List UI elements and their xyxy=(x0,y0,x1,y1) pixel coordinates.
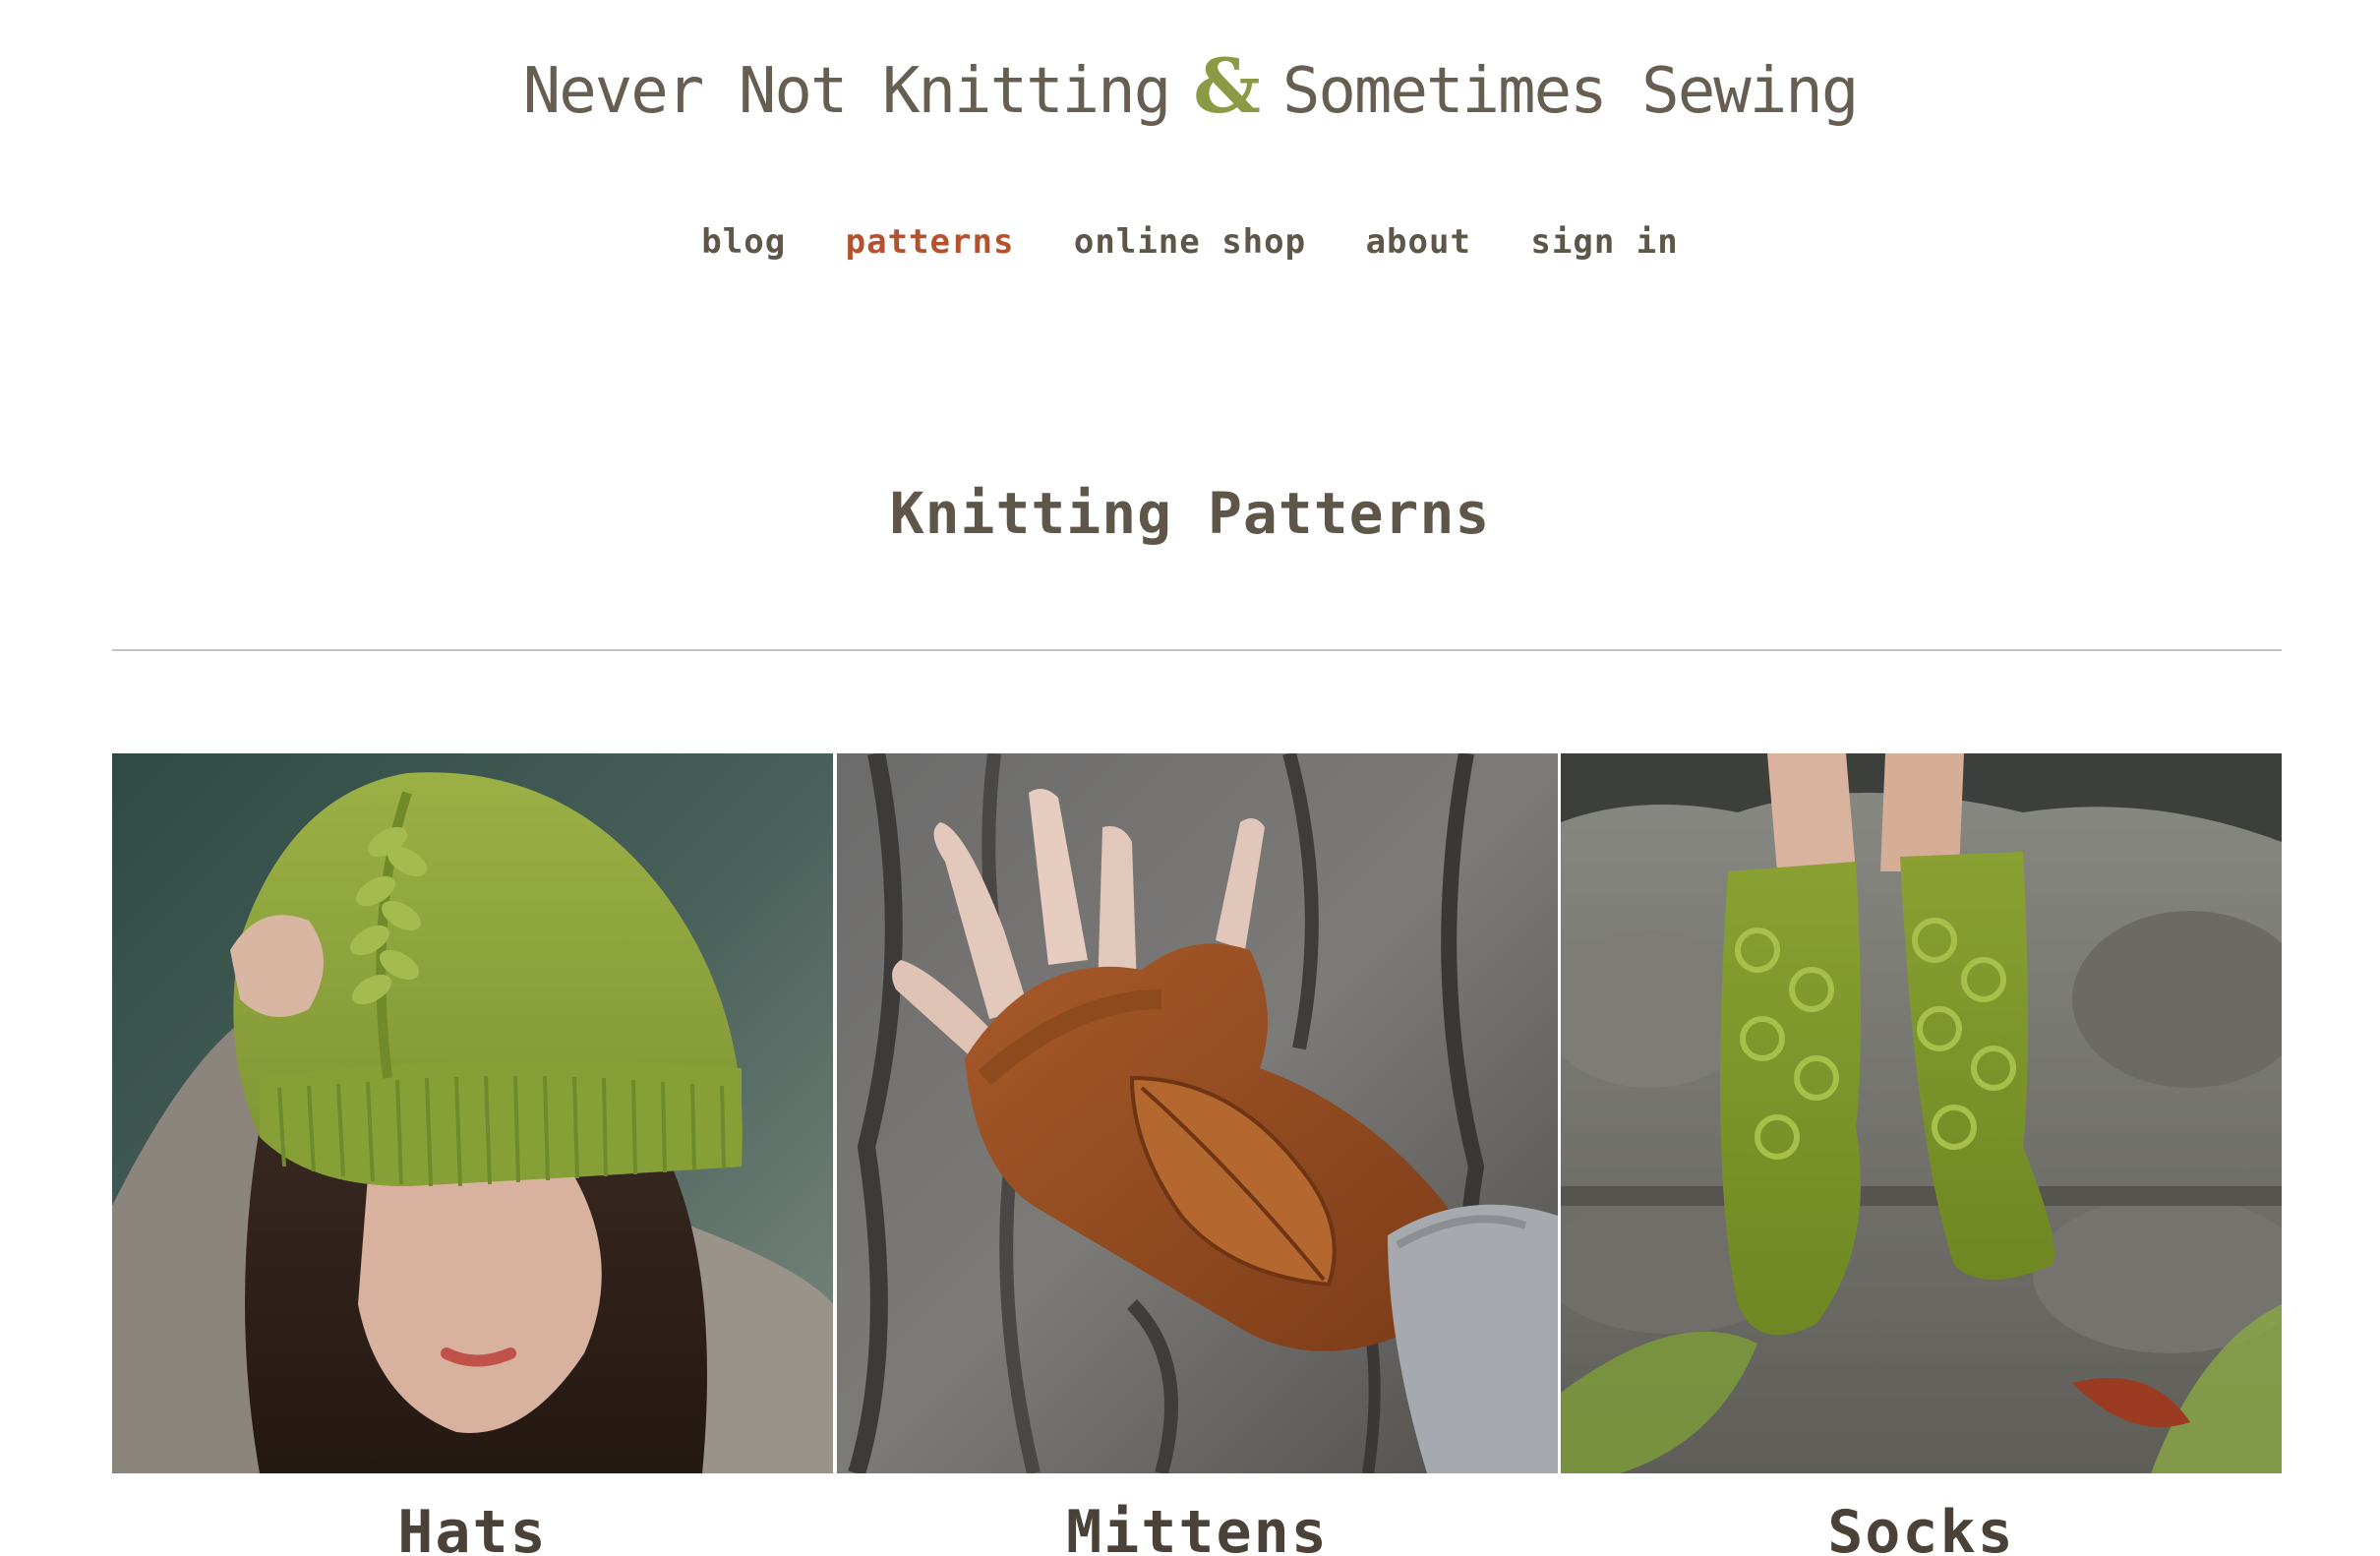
socks-photo[interactable] xyxy=(1561,753,2282,1473)
category-label-socks[interactable]: Socks xyxy=(1561,1493,2282,1556)
category-label-mittens[interactable]: Mittens xyxy=(837,1493,1558,1556)
site-title-right: Sometimes Sewing xyxy=(1281,55,1859,128)
page-title: Knitting Patterns xyxy=(889,480,1491,547)
mittens-photo[interactable] xyxy=(837,753,1558,1473)
socks-image xyxy=(1561,753,2282,1473)
hats-photo[interactable] xyxy=(112,753,833,1473)
category-mittens[interactable]: Mittens xyxy=(837,753,1558,1556)
ampersand-logo: & xyxy=(1193,42,1261,130)
main-nav: blog patterns online shop about sign in xyxy=(0,214,2380,269)
site-header: Never Not Knitting & Sometimes Sewing blog… xyxy=(0,0,2380,262)
category-label-hats[interactable]: Hats xyxy=(112,1493,833,1556)
nav-about[interactable]: about xyxy=(1366,214,1471,269)
nav-patterns[interactable]: patterns xyxy=(846,214,1015,269)
nav-sign-in[interactable]: sign in xyxy=(1530,214,1678,269)
category-socks[interactable]: Socks xyxy=(1561,753,2282,1556)
nav-online-shop[interactable]: online shop xyxy=(1074,214,1306,269)
hats-image xyxy=(112,753,833,1473)
mittens-image xyxy=(837,753,1558,1473)
divider xyxy=(112,649,2282,651)
category-hats[interactable]: Hats xyxy=(112,753,833,1556)
site-title-left: Never Not Knitting xyxy=(522,55,1172,128)
site-title-link[interactable]: Never Not Knitting & Sometimes Sewing xyxy=(0,39,2380,139)
nav-blog[interactable]: blog xyxy=(701,214,786,269)
pattern-category-grid: Hats Mittens Socks xyxy=(112,753,2282,1556)
